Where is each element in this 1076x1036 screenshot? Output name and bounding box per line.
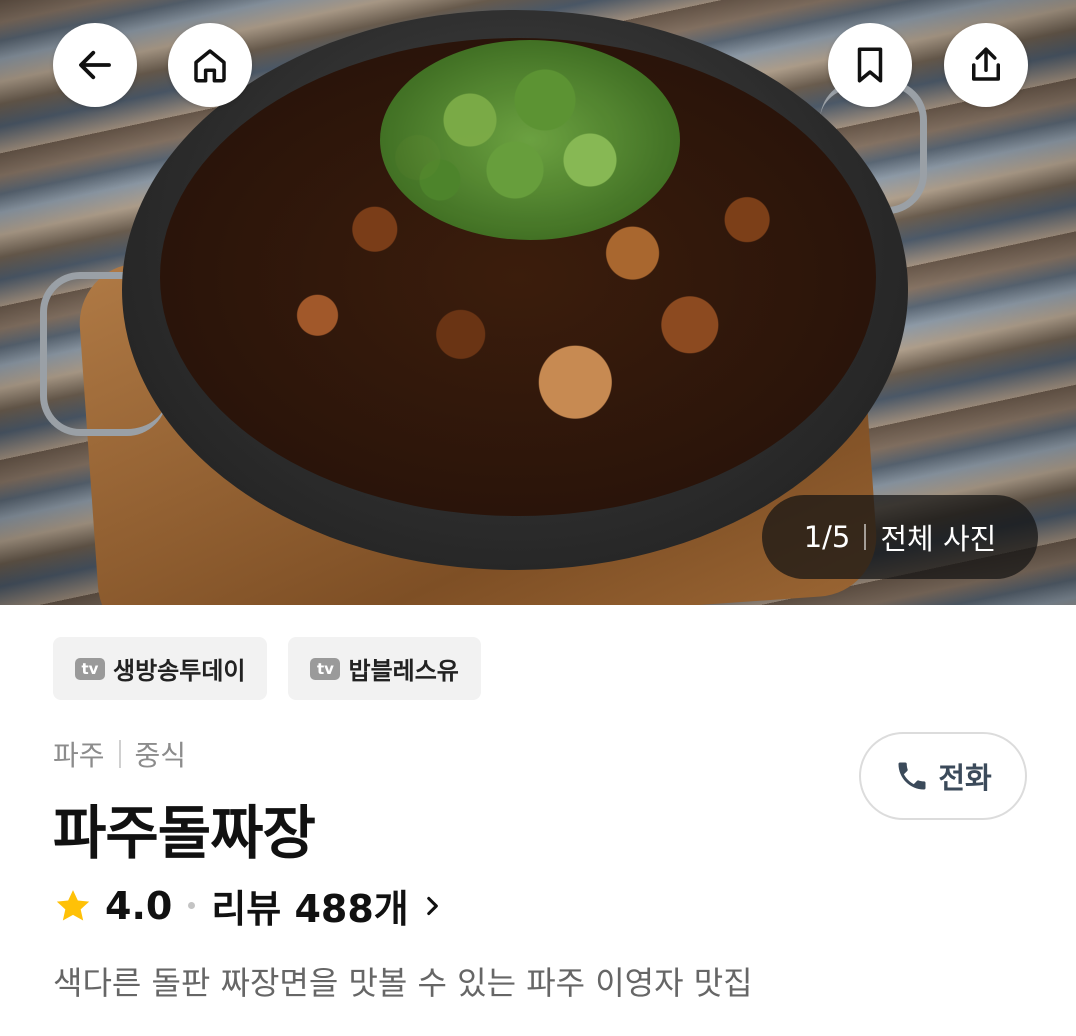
region-category: 파주 중식 bbox=[53, 734, 186, 774]
home-button[interactable] bbox=[168, 23, 252, 107]
tv-tag-label: 생방송투데이 bbox=[113, 657, 246, 685]
star-icon bbox=[53, 886, 93, 926]
call-button[interactable]: 전화 bbox=[859, 732, 1027, 820]
phone-icon bbox=[898, 762, 926, 790]
review-count: 리뷰 488개 bbox=[211, 887, 409, 931]
region: 파주 bbox=[53, 739, 105, 772]
chevron-right-icon bbox=[426, 896, 438, 915]
all-photos-button[interactable]: 1/5 전체 사진 bbox=[762, 495, 1038, 579]
tv-tag-label: 밥블레스유 bbox=[348, 657, 459, 685]
tv-icon: tv bbox=[75, 657, 105, 680]
restaurant-description: 색다른 돌판 짜장면을 맛볼 수 있는 파주 이영자 맛집 bbox=[53, 964, 753, 1002]
rating-row: 4.0 리뷰 488개 bbox=[53, 878, 445, 933]
tv-tag[interactable]: tv 생방송투데이 bbox=[53, 637, 268, 700]
call-label: 전화 bbox=[938, 761, 992, 795]
microgreens-garnish bbox=[380, 40, 680, 240]
share-icon bbox=[972, 47, 1000, 81]
restaurant-name: 파주돌짜장 bbox=[53, 799, 316, 867]
restaurant-detail-page: 1/5 전체 사진 tv 생방송투데이 tv 밥블레스유 파주 중식 파주돌짜장… bbox=[0, 0, 1076, 1036]
share-button[interactable] bbox=[944, 23, 1028, 107]
rating-value: 4.0 bbox=[105, 883, 173, 928]
tv-tags: tv 생방송투데이 tv 밥블레스유 bbox=[53, 637, 481, 700]
tv-icon: tv bbox=[310, 657, 341, 680]
photo-index: 1/5 bbox=[803, 520, 851, 554]
all-photos-label: 전체 사진 bbox=[880, 522, 997, 556]
home-icon bbox=[194, 49, 226, 83]
bookmark-icon bbox=[857, 47, 883, 83]
meta-divider bbox=[118, 740, 121, 768]
review-link[interactable]: 리뷰 488개 bbox=[211, 878, 444, 933]
bookmark-button[interactable] bbox=[828, 23, 912, 107]
category: 중식 bbox=[134, 739, 187, 772]
tv-tag[interactable]: tv 밥블레스유 bbox=[288, 637, 481, 700]
back-button[interactable] bbox=[53, 23, 137, 107]
rating-separator bbox=[188, 902, 196, 909]
arrow-left-icon bbox=[79, 50, 111, 80]
counter-divider bbox=[864, 524, 867, 550]
